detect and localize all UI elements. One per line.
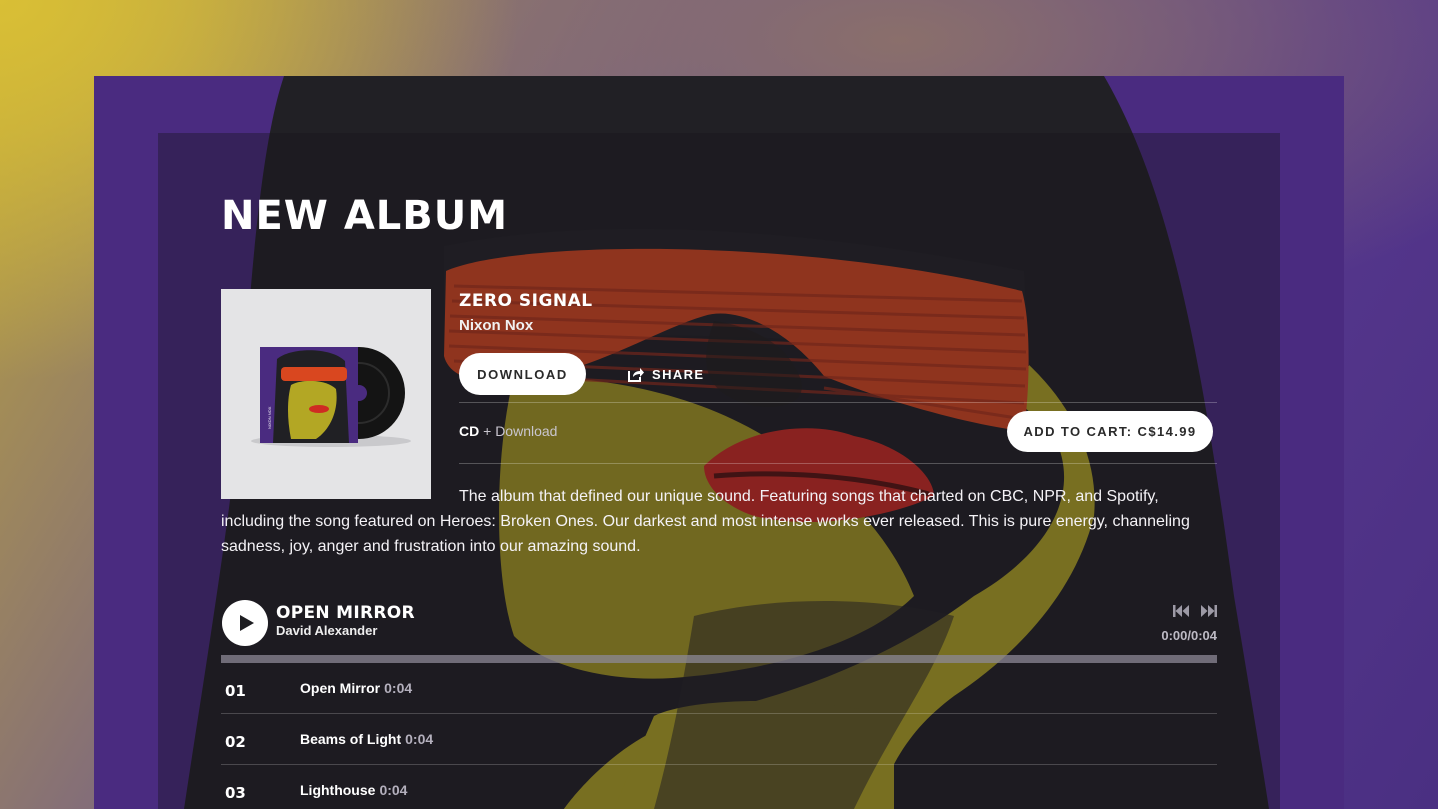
previous-track-icon[interactable] <box>1173 604 1190 618</box>
hero-frame: NEW ALBUM NIXON NOX ZERO SIGNAL Nixon No… <box>94 76 1344 809</box>
next-track-icon[interactable] <box>1200 604 1217 618</box>
divider <box>459 463 1217 464</box>
track-duration: 0:04 <box>384 680 413 696</box>
track-row[interactable]: 03 Lighthouse 0:04 <box>221 765 1217 809</box>
album-description: The album that defined our unique sound.… <box>221 488 1190 555</box>
now-playing-title: OPEN MIRROR <box>276 603 415 623</box>
share-icon <box>628 367 644 382</box>
track-title-wrap: Lighthouse 0:04 <box>300 782 407 798</box>
add-to-cart-button[interactable]: ADD TO CART: C$14.99 <box>1007 411 1213 452</box>
track-number: 03 <box>225 784 246 802</box>
share-button[interactable]: SHARE <box>628 367 705 382</box>
track-controls <box>1173 604 1217 618</box>
format-option: CD + Download <box>459 423 557 439</box>
track-row[interactable]: 02 Beams of Light 0:04 <box>221 714 1217 765</box>
track-title-wrap: Beams of Light 0:04 <box>300 731 433 747</box>
cover-artist-text: NIXON NOX <box>267 406 272 429</box>
album-cover-art: NIXON NOX <box>221 289 431 499</box>
play-icon <box>240 615 254 631</box>
share-label: SHARE <box>652 366 705 382</box>
album-artist[interactable]: Nixon Nox <box>459 317 1217 334</box>
track-number: 01 <box>225 682 246 700</box>
download-button[interactable]: DOWNLOAD <box>459 353 586 395</box>
format-cd: CD <box>459 423 480 439</box>
album-title: ZERO SIGNAL <box>459 291 593 311</box>
track-title: Open Mirror <box>300 680 381 696</box>
play-button[interactable] <box>222 600 268 646</box>
track-duration: 0:04 <box>379 782 408 798</box>
track-title-wrap: Open Mirror 0:04 <box>300 680 412 696</box>
track-list: 01 Open Mirror 0:04 02 Beams of Light 0:04… <box>221 663 1217 809</box>
format-extra: + Download <box>483 423 558 439</box>
album-info: ZERO SIGNAL Nixon Nox DOWNLOAD SHARE CD … <box>459 289 1217 464</box>
now-playing-artist: David Alexander <box>276 623 378 638</box>
album-actions: DOWNLOAD SHARE <box>459 353 705 395</box>
divider <box>459 402 1217 403</box>
progress-bar[interactable] <box>221 655 1217 663</box>
playback-time: 0:00/0:04 <box>1161 628 1217 643</box>
album-cover[interactable]: NIXON NOX <box>221 289 431 499</box>
section-title: NEW ALBUM <box>221 193 509 239</box>
track-title: Beams of Light <box>300 731 402 747</box>
track-duration: 0:04 <box>405 731 434 747</box>
track-title: Lighthouse <box>300 782 376 798</box>
track-number: 02 <box>225 733 246 751</box>
track-row[interactable]: 01 Open Mirror 0:04 <box>221 663 1217 714</box>
